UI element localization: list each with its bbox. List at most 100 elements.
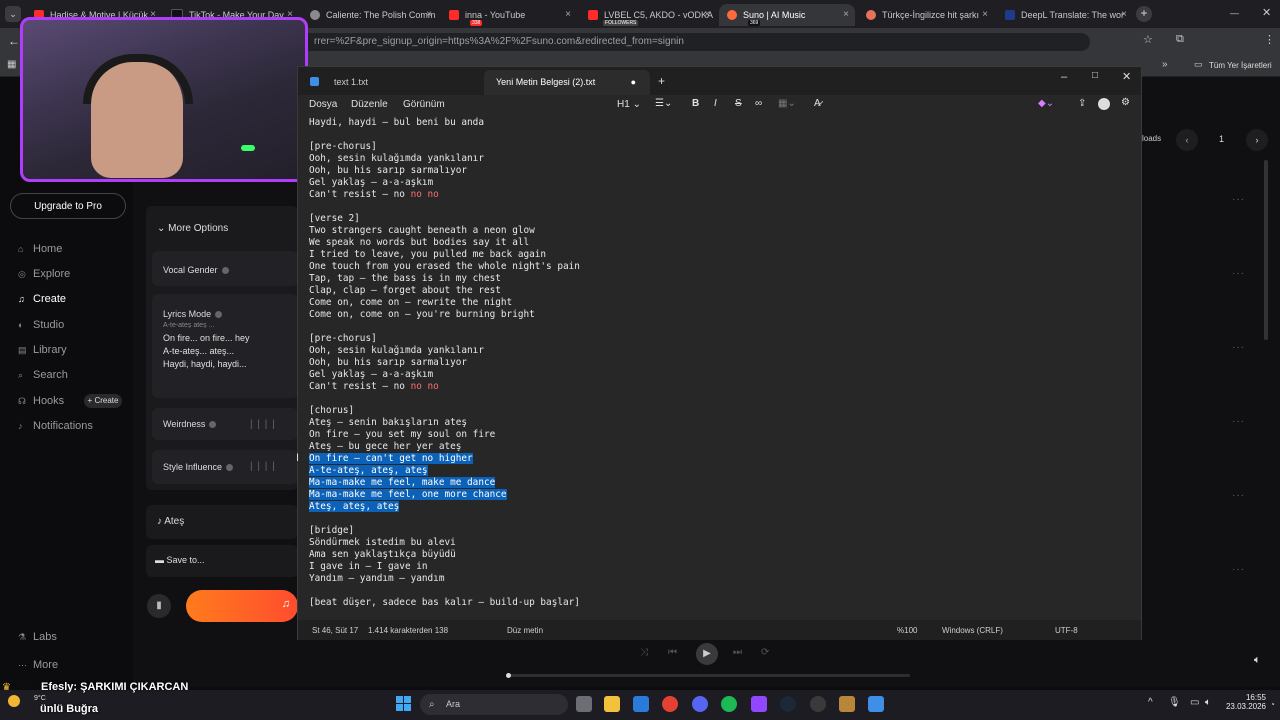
new-tab-button[interactable]: +	[1136, 6, 1152, 22]
twitch-icon[interactable]	[751, 696, 767, 712]
bookmarks-overflow-icon[interactable]: »	[1162, 59, 1168, 70]
close-window-button[interactable]: ✕	[1122, 70, 1131, 83]
menu-view[interactable]: Görünüm	[403, 99, 445, 110]
app-icon[interactable]	[839, 696, 855, 712]
close-tab-icon[interactable]: ×	[426, 9, 432, 20]
bold-icon[interactable]: B	[692, 98, 699, 109]
weather-widget[interactable]: 9°C	[8, 693, 46, 715]
tray-overflow-icon[interactable]: ^	[1148, 697, 1153, 708]
steam-icon[interactable]	[780, 696, 796, 712]
upgrade-to-pro-button[interactable]: Upgrade to Pro	[10, 193, 126, 219]
browser-tab-3[interactable]: Caliente: The Polish Comm ×	[302, 4, 438, 26]
close-tab-icon[interactable]: ×	[565, 9, 571, 20]
zoom-level[interactable]: %100	[897, 626, 917, 635]
menu-file[interactable]: Dosya	[309, 99, 337, 110]
link-icon[interactable]: ∞	[755, 98, 762, 109]
store-icon[interactable]	[633, 696, 649, 712]
close-tab-icon[interactable]: ×	[1121, 9, 1127, 20]
nav-notifications[interactable]: ♪ Notifications	[18, 420, 93, 432]
strikethrough-icon[interactable]: S	[735, 98, 742, 109]
tab-search-icon[interactable]: ⌄	[5, 6, 21, 22]
heading-dropdown[interactable]: H1 ⌄	[617, 99, 641, 110]
nav-explore[interactable]: ◎ Explore	[18, 268, 70, 280]
volume-icon[interactable]: 🔈︎	[1254, 654, 1261, 667]
repeat-icon[interactable]: ⟳	[761, 647, 769, 658]
network-icon[interactable]: ▭	[1190, 697, 1199, 708]
close-tab-icon[interactable]: ×	[843, 9, 849, 20]
notepad-tab-2[interactable]: Yeni Metin Belgesi (2).txt ●	[484, 70, 650, 95]
browser-tab-8[interactable]: DeepL Translate: The wor ×	[997, 4, 1133, 26]
discord-icon[interactable]	[692, 696, 708, 712]
browser-tab-5[interactable]: LVBEL C5, AKDO - vODKA ×	[580, 4, 716, 26]
notifications-bell-icon[interactable]: ◔	[1270, 700, 1275, 709]
microphone-icon[interactable]: 🎙︎	[1168, 697, 1181, 708]
song-more-icon[interactable]: ···	[1232, 342, 1245, 353]
line-ending[interactable]: Windows (CRLF)	[942, 626, 1003, 635]
nav-search[interactable]: ⌕ Search	[18, 369, 68, 381]
minimize-browser-button[interactable]: —	[1230, 8, 1239, 18]
song-more-icon[interactable]: ···	[1232, 416, 1245, 427]
close-browser-button[interactable]: ✕	[1262, 6, 1271, 19]
taskbar-search[interactable]: ⌕ Ara	[420, 694, 568, 715]
nav-more[interactable]: ⋯ More	[18, 659, 58, 671]
task-view-icon[interactable]	[576, 696, 592, 712]
apps-grid-icon[interactable]: ▦	[7, 59, 16, 70]
play-button[interactable]: ▶	[696, 643, 718, 665]
playback-progress-bar[interactable]	[506, 673, 910, 678]
notepad-tab-1[interactable]: text 1.txt	[298, 70, 478, 95]
page-scrollbar[interactable]	[1264, 160, 1268, 340]
nav-studio[interactable]: ◐ Studio	[18, 319, 64, 331]
previous-track-icon[interactable]: ⏮	[668, 647, 677, 658]
obs-icon[interactable]	[810, 696, 826, 712]
clear-format-icon[interactable]: A̷	[814, 98, 821, 109]
copilot-icon[interactable]: ◆⌄	[1038, 98, 1054, 109]
notepad-taskbar-icon[interactable]	[868, 696, 884, 712]
minimize-button[interactable]: –	[1061, 71, 1067, 83]
spotify-icon[interactable]	[721, 696, 737, 712]
settings-gear-icon[interactable]: ⚙	[1121, 97, 1130, 108]
close-tab-icon[interactable]: ×	[704, 9, 710, 20]
create-song-button[interactable]: ♫	[186, 590, 298, 622]
maximize-button[interactable]: □	[1092, 70, 1098, 81]
more-options-toggle[interactable]: ⌄ More Options	[157, 223, 228, 234]
back-icon[interactable]: ←	[8, 34, 20, 48]
nav-home[interactable]: ⌂ Home	[18, 243, 62, 255]
new-notepad-tab-button[interactable]: +	[658, 74, 665, 88]
menu-edit[interactable]: Düzenle	[351, 99, 388, 110]
chrome-icon[interactable]	[662, 696, 678, 712]
nav-labs[interactable]: ⚗ Labs	[18, 631, 57, 643]
windows-start-icon[interactable]	[396, 696, 412, 712]
weirdness-slider-ticks[interactable]: | | | |	[250, 419, 276, 430]
progress-knob[interactable]	[506, 673, 511, 678]
shuffle-icon[interactable]: ⤨	[640, 647, 648, 658]
browser-tab-4[interactable]: inna - YouTube ×	[441, 4, 577, 26]
speaker-icon[interactable]: 🔈︎	[1205, 697, 1211, 708]
prev-page-button[interactable]: ‹	[1176, 129, 1198, 151]
song-more-icon[interactable]: ···	[1232, 490, 1245, 501]
menu-icon[interactable]: ⋮	[1264, 33, 1275, 46]
text-format[interactable]: Düz metin	[507, 626, 543, 635]
file-explorer-icon[interactable]	[604, 696, 620, 712]
notepad-editor[interactable]: Haydi, haydi — bul beni bu anda [pre-cho…	[298, 115, 1141, 620]
extensions-icon[interactable]: ⧉	[1176, 33, 1184, 46]
next-track-icon[interactable]: ⏭	[733, 647, 742, 658]
bookmark-star-icon[interactable]: ☆	[1143, 33, 1153, 46]
nav-library[interactable]: ▤ Library	[18, 344, 67, 356]
taskbar-clock[interactable]: 16:55 23.03.2026	[1216, 693, 1266, 711]
share-icon[interactable]: ⇪	[1078, 98, 1086, 109]
close-tab-icon[interactable]: ×	[982, 9, 988, 20]
song-more-icon[interactable]: ···	[1232, 194, 1245, 205]
next-page-button[interactable]: ›	[1246, 129, 1268, 151]
browser-tab-6[interactable]: Suno | AI Music ×	[719, 4, 855, 26]
table-icon[interactable]: ▦⌄	[778, 98, 796, 109]
browser-tab-7[interactable]: Türkçe-İngilizce hit şarkı ×	[858, 4, 994, 26]
encoding[interactable]: UTF-8	[1055, 626, 1078, 635]
account-icon[interactable]	[1098, 98, 1110, 110]
italic-icon[interactable]: I	[714, 98, 717, 109]
list-icon[interactable]: ☰⌄	[655, 98, 672, 109]
trash-button[interactable]: ▮	[147, 594, 171, 618]
address-bar[interactable]: rrer=%2F&pre_signup_origin=https%3A%2F%2…	[300, 33, 1090, 51]
style-influence-slider-ticks[interactable]: | | | |	[250, 461, 276, 472]
hooks-create-badge[interactable]: + Create	[84, 394, 122, 408]
all-bookmarks-label[interactable]: Tüm Yer İşaretleri	[1209, 61, 1272, 70]
